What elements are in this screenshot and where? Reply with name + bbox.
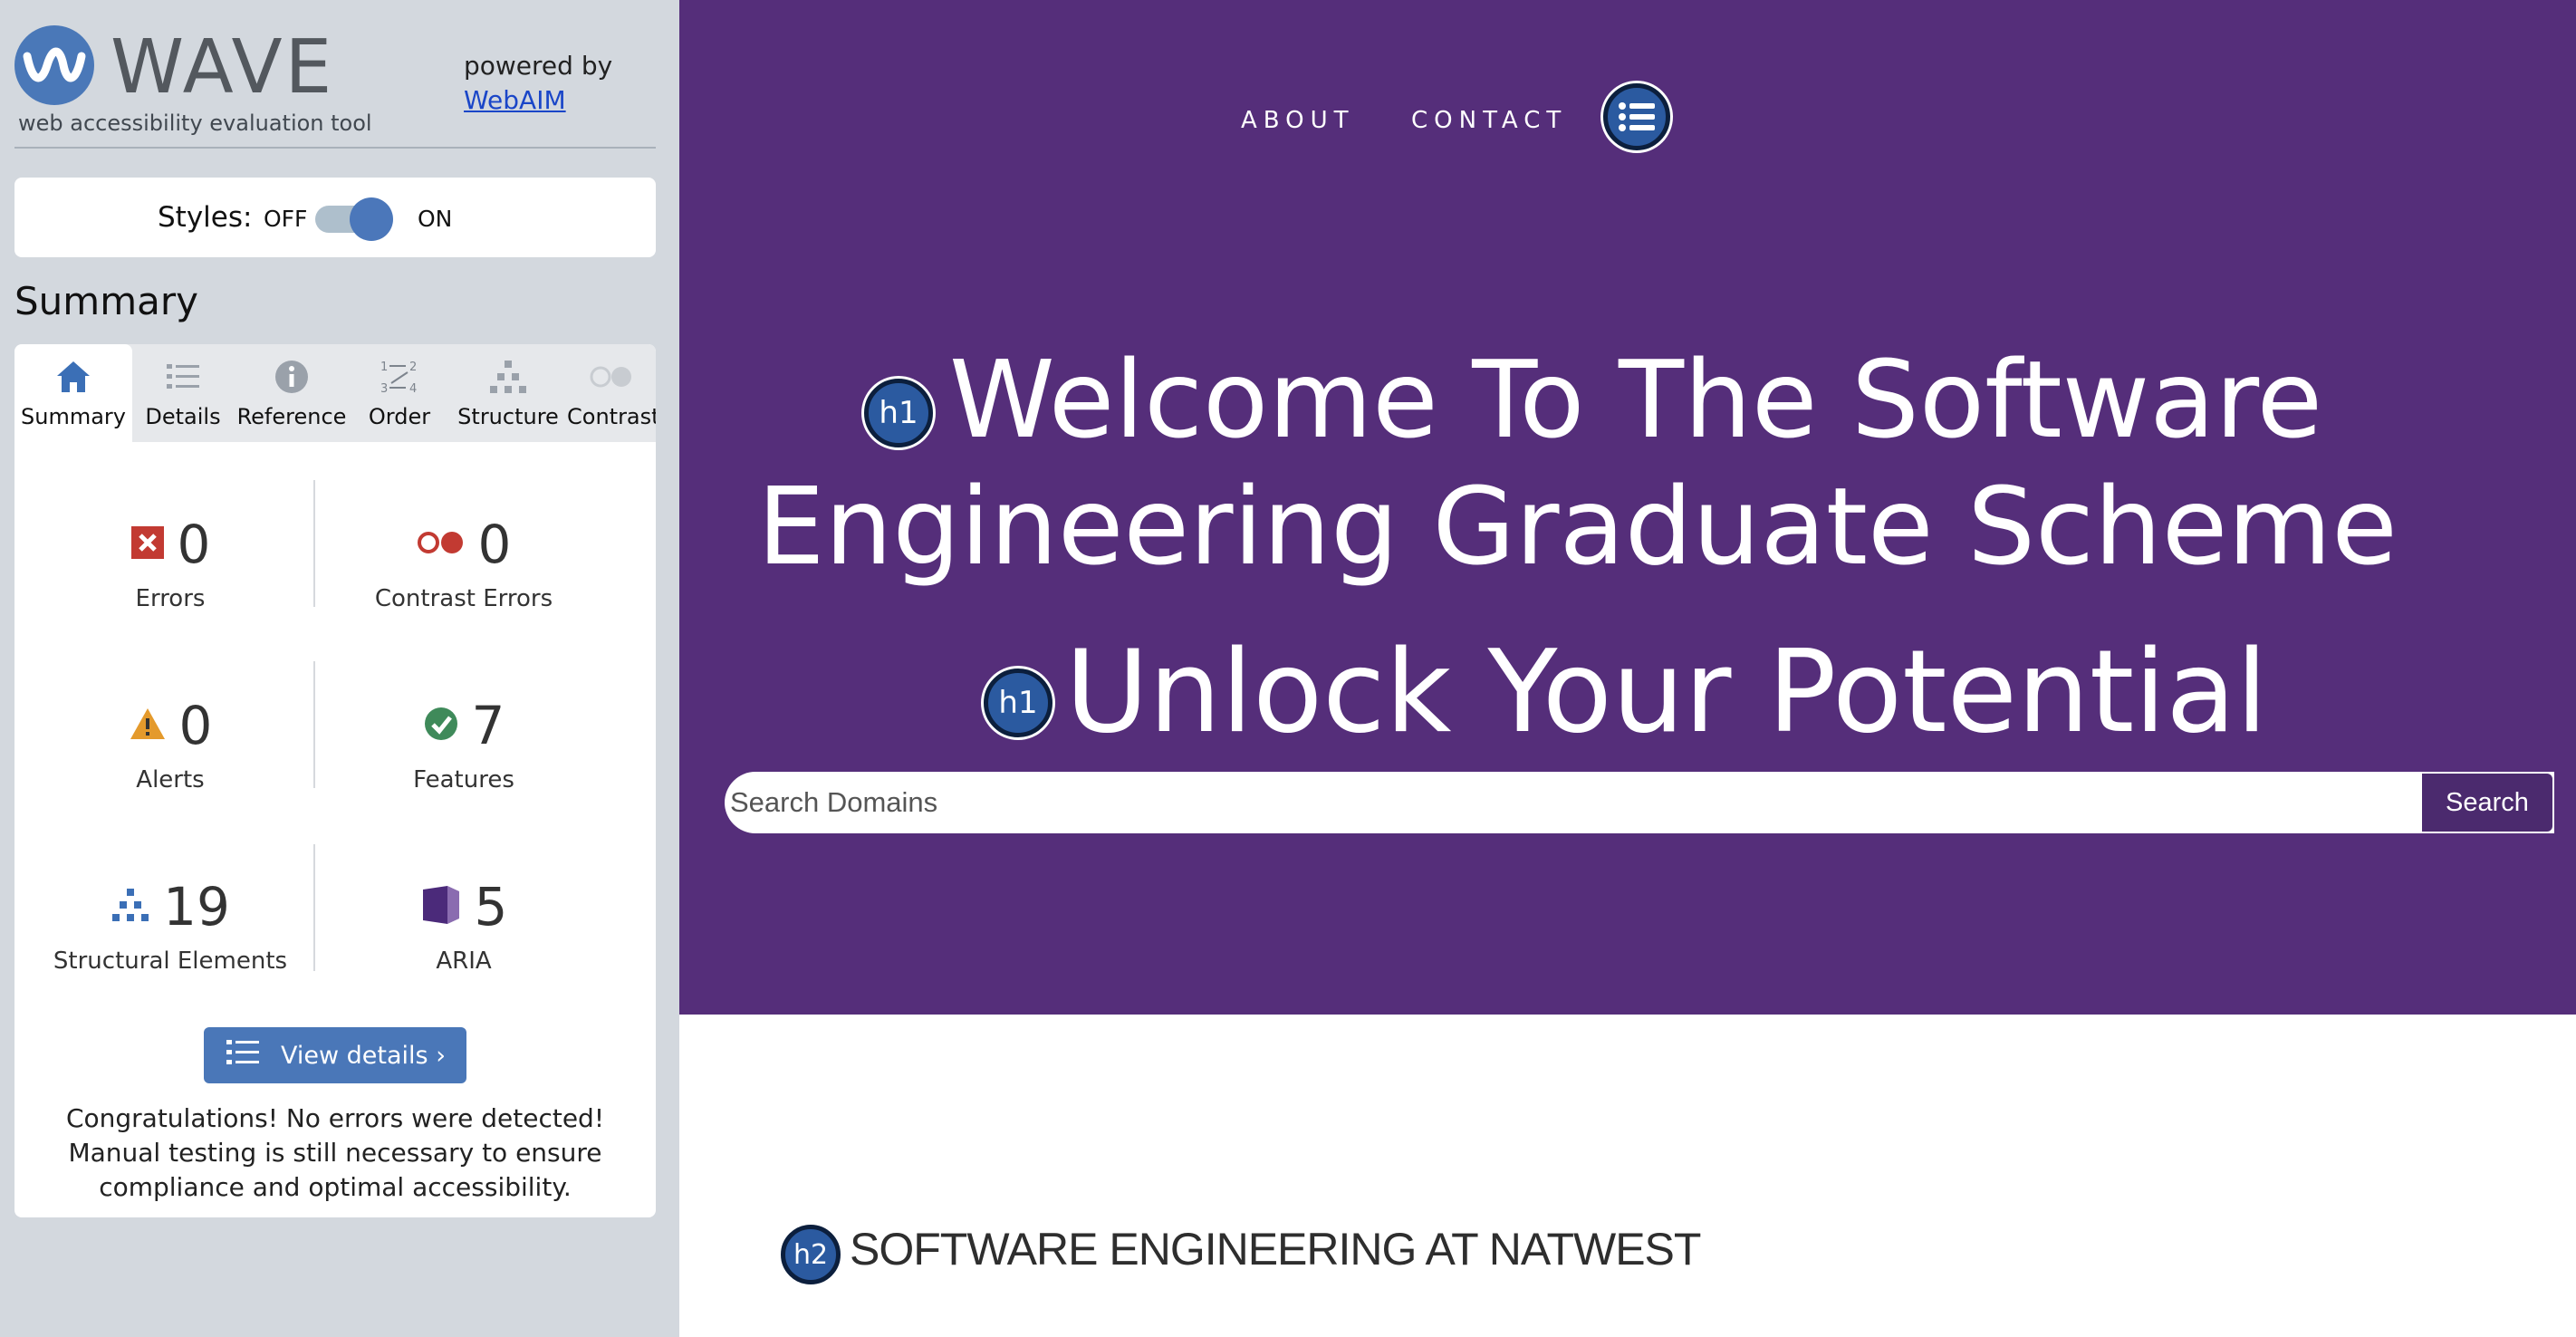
tab-reference-label: Reference: [236, 404, 347, 429]
alerts-count: 0: [178, 695, 213, 756]
svg-text:3: 3: [380, 382, 388, 396]
wave-logo-text: WAVE: [111, 24, 335, 111]
stats-divider: [313, 844, 315, 971]
structure-icon: [449, 357, 567, 397]
styles-on-label: ON: [418, 206, 453, 232]
h1-badge-icon[interactable]: h1: [984, 668, 1053, 737]
contrast-errors-label: Contrast Errors: [374, 585, 553, 612]
features-label: Features: [413, 766, 514, 794]
stat-aria[interactable]: 5 ARIA: [319, 875, 609, 1020]
summary-heading: Summary: [14, 279, 198, 323]
tab-structure-label: Structure: [457, 404, 559, 429]
wave-list-badge-icon[interactable]: [1603, 83, 1670, 150]
list-icon: [132, 357, 234, 397]
view-details-button[interactable]: View details ›: [204, 1027, 466, 1083]
errors-count: 0: [177, 514, 211, 575]
panel-tabs: Summary Details Reference 1 2 3 4 Order Str…: [14, 344, 656, 442]
styles-toggle-box: Styles: OFF ON: [14, 178, 656, 257]
tab-summary[interactable]: Summary: [14, 344, 132, 442]
hero-subtitle: Unlock Your Potential: [1065, 625, 2268, 758]
domain-search: Search: [725, 772, 2554, 833]
contrast-error-icon: [417, 530, 466, 559]
tab-contrast-label: Contrast: [567, 404, 656, 429]
styles-toggle-knob[interactable]: [350, 197, 393, 241]
search-button[interactable]: Search: [2420, 772, 2554, 833]
stats-divider: [313, 480, 315, 607]
alerts-label: Alerts: [136, 766, 205, 794]
tab-order-label: Order: [368, 404, 431, 429]
aria-icon: [420, 884, 462, 929]
hero-title-line1: Welcome To The Software: [949, 337, 2323, 462]
tab-order[interactable]: 1 2 3 4 Order: [350, 344, 449, 442]
hero-title-line2: Engineering Graduate Scheme: [757, 464, 2398, 589]
section-heading: SOFTWARE ENGINEERING AT NATWEST: [850, 1224, 1701, 1274]
tab-contrast[interactable]: Contrast: [567, 344, 656, 442]
stat-features[interactable]: 7 Features: [319, 694, 609, 839]
error-icon: [130, 525, 165, 563]
webaim-link[interactable]: WebAIM: [464, 83, 612, 118]
home-icon: [14, 357, 132, 397]
styles-off-label: OFF: [264, 206, 308, 232]
structure-icon: [111, 887, 150, 927]
aria-label: ARIA: [436, 947, 492, 975]
structural-label: Structural Elements: [53, 947, 288, 975]
view-details-label: View details ›: [281, 1041, 446, 1070]
tab-structure[interactable]: Structure: [449, 344, 567, 442]
tab-details[interactable]: Details: [132, 344, 234, 442]
stats-divider: [313, 661, 315, 788]
info-icon: [234, 357, 350, 397]
svg-text:4: 4: [409, 382, 417, 396]
wave-logo-icon: [14, 25, 94, 105]
summary-panel: Summary Details Reference 1 2 3 4 Order Str…: [14, 344, 656, 1217]
nav-about-link[interactable]: ABOUT: [1241, 107, 1355, 134]
stat-alerts[interactable]: 0 Alerts: [25, 694, 315, 839]
styles-label: Styles:: [158, 201, 253, 234]
structural-count: 19: [163, 876, 230, 938]
tab-summary-label: Summary: [21, 404, 126, 429]
order-icon: 1 2 3 4: [350, 357, 449, 397]
powered-by: powered by WebAIM: [464, 49, 612, 118]
tab-reference[interactable]: Reference: [234, 344, 350, 442]
contrast-icon: [567, 357, 656, 397]
tab-details-label: Details: [145, 404, 221, 429]
stat-contrast-errors[interactable]: 0 Contrast Errors: [319, 513, 609, 658]
contrast-errors-count: 0: [477, 514, 512, 575]
stat-structural-elements[interactable]: 19 Structural Elements: [25, 875, 315, 1020]
errors-label: Errors: [135, 585, 206, 612]
features-count: 7: [471, 695, 505, 756]
svg-text:1: 1: [380, 361, 388, 374]
powered-by-label: powered by: [464, 51, 613, 81]
h2-badge-icon[interactable]: h2: [781, 1225, 841, 1284]
alert-icon: [129, 707, 167, 745]
search-input[interactable]: [725, 772, 2420, 833]
stat-errors[interactable]: 0 Errors: [25, 513, 315, 658]
feature-check-icon: [423, 706, 459, 745]
wave-header: WAVE web accessibility evaluation tool p…: [14, 20, 656, 149]
svg-text:2: 2: [409, 361, 417, 374]
wave-sidebar: WAVE web accessibility evaluation tool p…: [0, 0, 679, 1337]
aria-count: 5: [474, 876, 508, 938]
nav-contact-link[interactable]: CONTACT: [1411, 107, 1567, 134]
h1-badge-icon[interactable]: h1: [864, 379, 933, 447]
wave-tagline: web accessibility evaluation tool: [18, 111, 372, 136]
list-icon: [225, 1038, 261, 1073]
congrats-message: Congratulations! No errors were detected…: [65, 1103, 605, 1202]
